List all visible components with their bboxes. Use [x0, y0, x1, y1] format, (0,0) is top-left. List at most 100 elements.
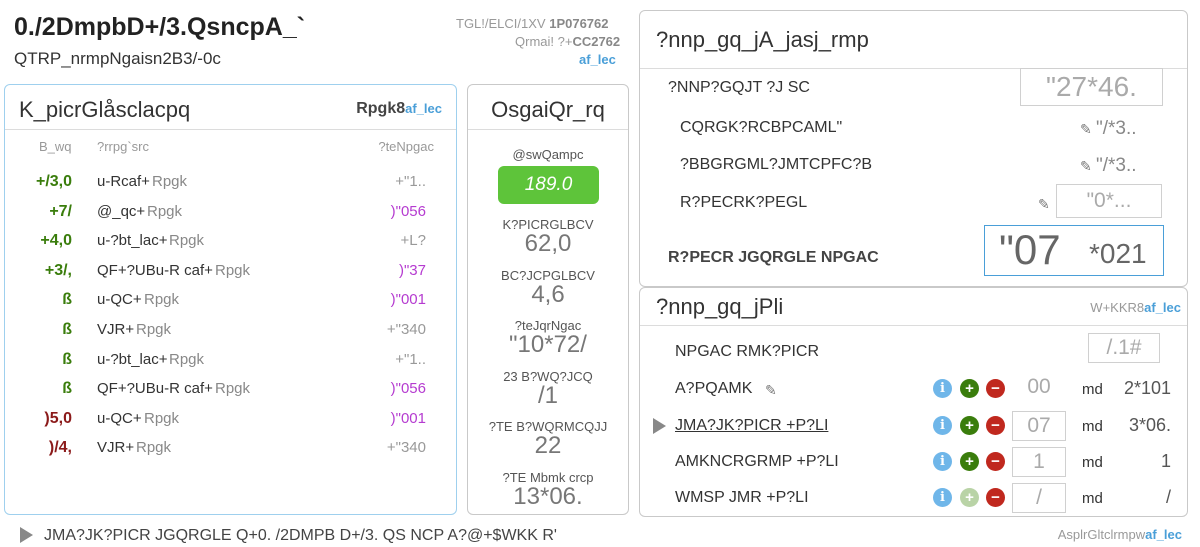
total-value-main: "07: [999, 226, 1061, 273]
badge-label: @swQampc: [512, 147, 584, 162]
shipping-row[interactable]: AMKNCRGRMP +P?LI i + −1 md 1: [640, 445, 1187, 479]
header-link[interactable]: af_lec: [456, 52, 636, 67]
transaction-value: +"340: [386, 439, 426, 457]
shipping-panel-right: W+KKR8af_lec: [1090, 300, 1181, 315]
shipping-row[interactable]: WMSP JMR +P?LI i + − / md /: [640, 481, 1187, 515]
transaction-amount: )5,0: [44, 409, 72, 427]
info-icon[interactable]: i: [933, 416, 952, 435]
transaction-tag: Rpgk: [169, 350, 205, 368]
page-subtitle: QTRP_nrmpNgaisn2B3/-0c: [14, 49, 221, 68]
transaction-value: +L?: [400, 232, 426, 250]
transaction-row[interactable]: +/3,0 u-Rcaf+ Rpgk +"1..: [5, 167, 456, 197]
quantity-input[interactable]: 1: [1012, 447, 1066, 477]
summary-row-label: ?NNP?GQJT ?J SC: [668, 79, 810, 96]
transaction-value: )"056: [390, 202, 426, 220]
transaction-name: u-QC+: [97, 409, 142, 427]
summary-edit-input[interactable]: "0*...: [1056, 184, 1162, 218]
summary-row-label: ?BBGRGML?JMTCPFC?B: [680, 156, 873, 173]
transaction-amount: ß: [62, 380, 72, 398]
transactions-panel-right: Rpgk8af_lec: [356, 100, 442, 118]
transaction-value: )"001: [390, 291, 426, 309]
plus-icon[interactable]: +: [960, 416, 979, 435]
summary-row-value: "/*3..: [1096, 118, 1137, 139]
stat-value: 22: [534, 432, 562, 459]
plus-icon[interactable]: +: [960, 452, 979, 471]
pencil-icon[interactable]: ✎: [1080, 121, 1092, 138]
plus-icon[interactable]: +: [960, 379, 979, 398]
column-header-name[interactable]: ?rrpg`src: [97, 139, 149, 154]
transaction-value: )"37: [398, 261, 426, 279]
transaction-tag: Rpgk: [169, 232, 205, 250]
column-header-value[interactable]: ?teNpgac: [378, 139, 434, 154]
transaction-tag: Rpgk: [136, 321, 172, 338]
summary-row-label: CQRGK?RCBPCAML": [680, 119, 843, 136]
pencil-icon[interactable]: ✎: [1080, 158, 1092, 175]
transaction-amount: ß: [62, 350, 72, 368]
transaction-value: +"1..: [395, 350, 426, 368]
minus-icon[interactable]: −: [986, 452, 1005, 471]
transaction-name: VJR+: [97, 321, 135, 338]
shipping-right-link[interactable]: af_lec: [1144, 300, 1181, 315]
unit-label: md: [1082, 490, 1103, 507]
transactions-right-link[interactable]: af_lec: [405, 101, 442, 116]
transaction-tag: Rpgk: [152, 173, 188, 190]
shipping-row-label: JMA?JK?PICR +P?LI: [675, 417, 829, 434]
minus-icon[interactable]: −: [986, 379, 1005, 398]
footer-right-link[interactable]: af_lec: [1145, 527, 1182, 542]
info-icon[interactable]: i: [933, 379, 952, 398]
meta-label-2: Qrmai! ?+: [515, 34, 573, 49]
summary-row-label: R?PECRK?PEGL: [680, 194, 808, 211]
badge-value-button[interactable]: 189.0: [498, 166, 599, 204]
transaction-tag: Rpgk: [147, 202, 183, 220]
meta-value-1: 1P076762: [549, 16, 609, 31]
invoice-summary-panel: ?nnp_gq_jA_jasj_rmp ?NNP?GQJT ?J SC "27*…: [639, 10, 1188, 287]
stat-value: "10*72/: [509, 331, 587, 358]
transaction-row[interactable]: ß u-?bt_lac+ Rpgk +"1..: [5, 345, 456, 375]
pencil-icon[interactable]: ✎: [1038, 196, 1050, 213]
row-arrow-icon[interactable]: [653, 418, 666, 434]
transaction-row[interactable]: +4,0 u-?bt_lac+ Rpgk +L?: [5, 226, 456, 256]
minus-icon[interactable]: −: [986, 416, 1005, 435]
total-value-decimals: *021: [1089, 238, 1147, 269]
transaction-amount: +3/,: [44, 261, 72, 279]
transaction-tag: Rpgk: [136, 439, 172, 457]
plus-icon[interactable]: +: [960, 488, 979, 507]
quantity-value: 00: [1027, 375, 1051, 398]
transaction-name: QF+?UBu-R caf+: [97, 380, 213, 398]
footer-arrow-icon[interactable]: [20, 527, 33, 543]
quantity-input[interactable]: 07: [1012, 411, 1066, 441]
transaction-row[interactable]: ß QF+?UBu-R caf+ Rpgk)"056: [5, 374, 456, 404]
minus-icon[interactable]: −: [986, 488, 1005, 507]
shipping-row-label: AMKNCRGRMP +P?LI: [675, 453, 839, 470]
transaction-amount: +7/: [49, 202, 72, 220]
transaction-row[interactable]: +7/ @_qc+ Rpgk)"056: [5, 197, 456, 227]
transaction-tag: Rpgk: [144, 409, 180, 427]
transaction-row[interactable]: +3/, QF+?UBu-R caf+ Rpgk)"37: [5, 256, 456, 286]
footer-right: AsplrGltclrmpwaf_lec: [1058, 527, 1182, 542]
shipping-row-label: WMSP JMR +P?LI: [675, 489, 809, 506]
quantity-input[interactable]: /: [1012, 483, 1066, 513]
transaction-name: QF+?UBu-R caf+: [97, 261, 213, 279]
shipping-row[interactable]: JMA?JK?PICR +P?LI i + −07 md 3*06.: [640, 409, 1187, 443]
shipping-panel: ?nnp_gq_jPli W+KKR8af_lec NPGAC RMK?PICR…: [639, 287, 1188, 517]
info-icon[interactable]: i: [933, 452, 952, 471]
pencil-icon[interactable]: ✎: [765, 382, 777, 399]
shipping-row-label: NPGAC RMK?PICR: [675, 343, 820, 360]
stat-value: 62,0: [524, 230, 572, 257]
summary-amount-input[interactable]: "27*46.: [1020, 68, 1163, 106]
transactions-right-label: Rpgk8: [356, 100, 406, 117]
shipping-top-input[interactable]: /.1#: [1088, 333, 1160, 363]
price-value: 3*06.: [1128, 415, 1171, 435]
unit-label: md: [1082, 418, 1103, 435]
transaction-row[interactable]: )5,0 u-QC+ Rpgk)"001: [5, 404, 456, 434]
transaction-row[interactable]: ß u-QC+ Rpgk)"001: [5, 285, 456, 315]
invoice-summary-title: ?nnp_gq_jA_jasj_rmp: [656, 27, 869, 52]
transaction-row[interactable]: )/4, VJR+ Rpgk +"340: [5, 433, 456, 463]
shipping-row[interactable]: A?PQAMK ✎ i + − 00 md 2*101: [640, 372, 1187, 406]
info-icon[interactable]: i: [933, 488, 952, 507]
total-value-box[interactable]: "07 *021: [984, 225, 1164, 276]
transaction-name: u-?bt_lac+: [97, 232, 168, 250]
transaction-row[interactable]: ß VJR+ Rpgk +"340: [5, 315, 456, 345]
column-header-amount[interactable]: B_wq: [39, 139, 72, 154]
transaction-tag: Rpgk: [144, 291, 180, 309]
